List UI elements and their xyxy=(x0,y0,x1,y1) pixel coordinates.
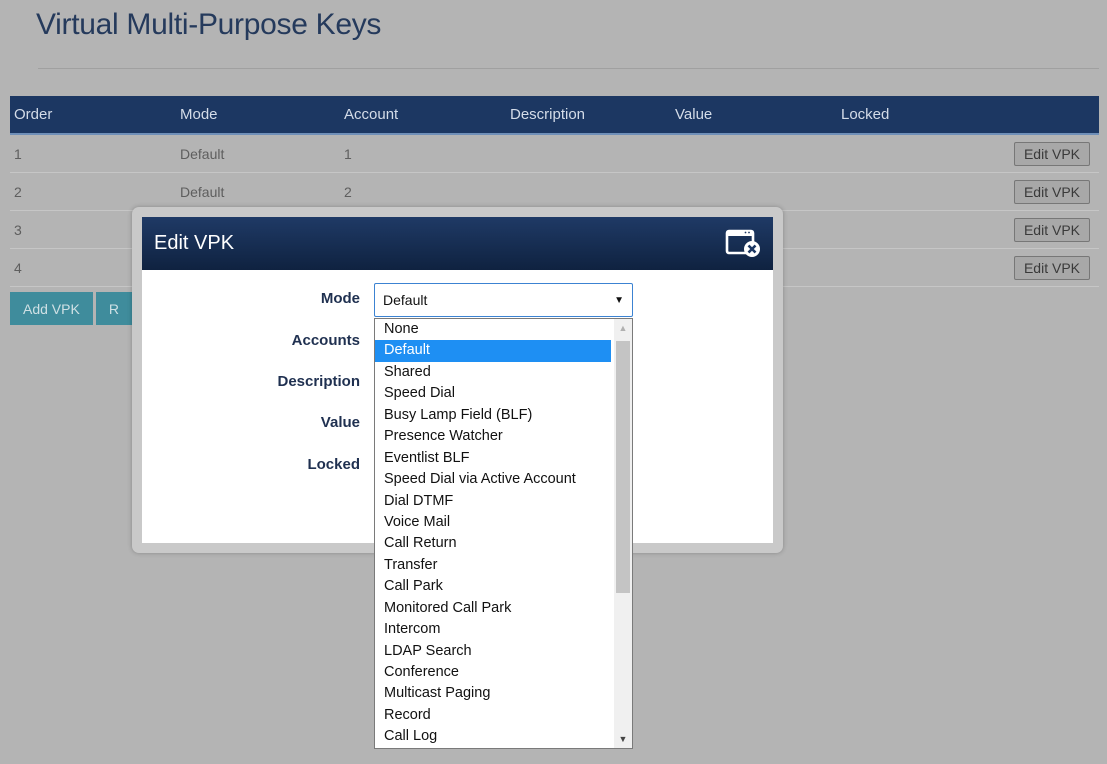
cell-account: 1 xyxy=(340,134,506,173)
mode-select[interactable]: Default ▼ xyxy=(374,283,633,317)
mode-option[interactable]: Speed Dial xyxy=(375,383,611,404)
edit-vpk-button[interactable]: Edit VPK xyxy=(1013,179,1090,204)
scrollbar-thumb[interactable] xyxy=(616,341,630,593)
cell-locked xyxy=(837,134,997,173)
mode-option[interactable]: Eventlist BLF xyxy=(375,448,611,469)
column-header-value[interactable]: Value xyxy=(671,96,837,135)
column-header-mode[interactable]: Mode xyxy=(176,96,340,135)
scroll-up-icon[interactable]: ▲ xyxy=(614,319,632,337)
edit-vpk-button[interactable]: Edit VPK xyxy=(1013,217,1090,242)
mode-option[interactable]: Multicast Paging xyxy=(375,683,611,704)
mode-option[interactable]: Monitored Call Park xyxy=(375,598,611,619)
cell-mode: Default xyxy=(176,134,340,173)
table-row: 1 Default 1 Edit VPK xyxy=(10,134,1099,173)
mode-option[interactable]: Call Park xyxy=(375,576,611,597)
cell-locked xyxy=(837,172,997,211)
scroll-down-icon[interactable]: ▼ xyxy=(614,730,632,748)
cell-actions: Edit VPK xyxy=(997,172,1099,211)
cell-actions: Edit VPK xyxy=(997,134,1099,173)
column-header-actions xyxy=(997,96,1099,135)
cell-description xyxy=(506,172,671,211)
mode-option[interactable]: Call Log xyxy=(375,726,611,747)
cell-order: 2 xyxy=(10,172,176,211)
mode-option-selected[interactable]: Default xyxy=(375,340,611,362)
table-header-row: Order Mode Account Description Value Loc… xyxy=(10,96,1099,135)
cell-locked xyxy=(837,210,997,249)
mode-select-value: Default xyxy=(383,292,428,308)
mode-option[interactable]: Record xyxy=(375,705,611,726)
table-actions: Add VPK R xyxy=(10,292,135,325)
mode-option[interactable]: Presence Watcher xyxy=(375,426,611,447)
title-divider xyxy=(38,68,1099,69)
cell-locked xyxy=(837,248,997,287)
dropdown-arrow-icon: ▼ xyxy=(614,294,624,306)
close-window-icon[interactable] xyxy=(725,226,761,262)
mode-option[interactable]: Dial DTMF xyxy=(375,491,611,512)
column-header-locked[interactable]: Locked xyxy=(837,96,997,135)
column-header-account[interactable]: Account xyxy=(340,96,506,135)
locked-label: Locked xyxy=(307,456,360,473)
cell-actions: Edit VPK xyxy=(997,210,1099,249)
description-label: Description xyxy=(277,373,360,390)
dialog-header: Edit VPK xyxy=(142,217,773,270)
cell-mode: Default xyxy=(176,172,340,211)
dropdown-scrollbar[interactable]: ▲ ▼ xyxy=(614,319,632,748)
edit-vpk-button[interactable]: Edit VPK xyxy=(1013,255,1090,280)
column-header-description[interactable]: Description xyxy=(506,96,671,135)
mode-option[interactable]: Busy Lamp Field (BLF) xyxy=(375,405,611,426)
edit-vpk-button[interactable]: Edit VPK xyxy=(1013,141,1090,166)
secondary-action-button[interactable]: R xyxy=(95,292,132,325)
page-title: Virtual Multi-Purpose Keys xyxy=(36,8,382,41)
cell-value xyxy=(671,134,837,173)
accounts-label: Accounts xyxy=(291,332,360,349)
cell-description xyxy=(506,134,671,173)
mode-option[interactable]: Intercom xyxy=(375,619,611,640)
mode-option[interactable]: Shared xyxy=(375,362,611,383)
mode-option[interactable]: Transfer xyxy=(375,555,611,576)
mode-option[interactable]: LDAP Search xyxy=(375,641,611,662)
cell-account: 2 xyxy=(340,172,506,211)
mode-label: Mode xyxy=(320,290,360,307)
cell-value xyxy=(671,172,837,211)
mode-option[interactable]: Call Return xyxy=(375,533,611,554)
cell-order: 1 xyxy=(10,134,176,173)
cell-actions: Edit VPK xyxy=(997,248,1099,287)
add-vpk-button[interactable]: Add VPK xyxy=(10,292,93,325)
mode-option[interactable]: Voice Mail xyxy=(375,512,611,533)
mode-dropdown-list: None Default Shared Speed Dial Busy Lamp… xyxy=(374,318,633,749)
mode-option[interactable]: Conference xyxy=(375,662,611,683)
value-label: Value xyxy=(320,414,360,431)
dialog-title: Edit VPK xyxy=(154,232,235,254)
table-row: 2 Default 2 Edit VPK xyxy=(10,172,1099,211)
mode-option[interactable]: Speed Dial via Active Account xyxy=(375,469,611,490)
mode-option[interactable]: None xyxy=(375,319,611,340)
column-header-order[interactable]: Order xyxy=(10,96,176,135)
